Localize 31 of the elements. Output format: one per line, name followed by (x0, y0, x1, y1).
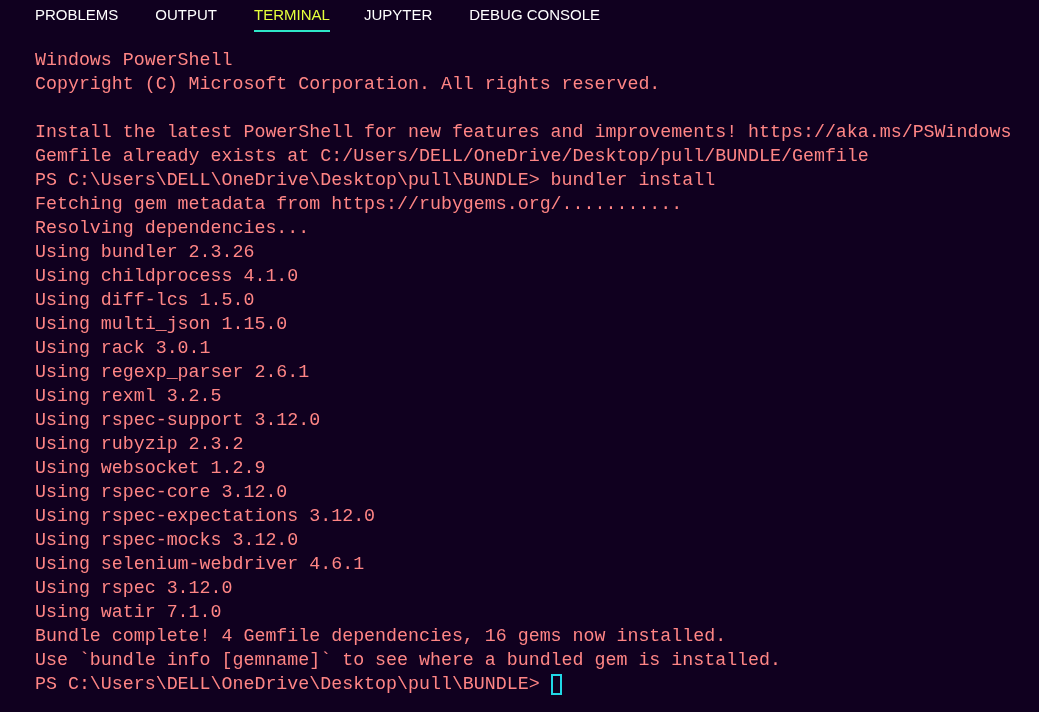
terminal-line: Using websocket 1.2.9 (35, 457, 266, 480)
terminal-line: Copyright (C) Microsoft Corporation. All rights reserved. (35, 73, 661, 96)
terminal-line: Windows PowerShell (35, 49, 233, 72)
terminal-line: Using selenium-webdriver 4.6.1 (35, 553, 365, 576)
terminal-line: Using rspec-support 3.12.0 (35, 409, 321, 432)
terminal-line: Fetching gem metadata from https://rubygems.org/........... (35, 193, 683, 216)
terminal-line: Using multi_json 1.15.0 (35, 313, 288, 336)
prompt-text: PS C:\Users\DELL\OneDrive\Desktop\pull\BUNDLE> (35, 673, 540, 696)
terminal-line: PS C:\Users\DELL\OneDrive\Desktop\pull\BUNDLE> bundler install (35, 169, 716, 192)
terminal-line: Using rspec-expectations 3.12.0 (35, 505, 376, 528)
terminal-line: Using watir 7.1.0 (35, 601, 222, 624)
panel-tab[interactable]: DEBUG CONSOLE (469, 0, 601, 32)
terminal-line: Install the latest PowerShell for new features and improvements! https://aka.ms/PSWindows (35, 121, 1012, 144)
terminal-line: Using rack 3.0.1 (35, 337, 211, 360)
terminal-line: Bundle complete! 4 Gemfile dependencies, 16 gems now installed. (35, 625, 727, 648)
terminal-line: Using rspec-core 3.12.0 (35, 481, 288, 504)
terminal-line: Use `bundle info [gemname]` to see where a bundled gem is installed. (35, 649, 781, 672)
panel-tab[interactable]: TERMINAL (254, 0, 330, 32)
panel-tab[interactable]: PROBLEMS (35, 0, 119, 32)
terminal-line: Using regexp_parser 2.6.1 (35, 361, 310, 384)
terminal-line: Resolving dependencies... (35, 217, 310, 240)
terminal-line: Using rspec-mocks 3.12.0 (35, 529, 299, 552)
terminal-line: Using rspec 3.12.0 (35, 577, 233, 600)
terminal-line: Using rubyzip 2.3.2 (35, 433, 244, 456)
terminal-line: Gemfile already exists at C:/Users/DELL/OneDrive/Desktop/pull/BUNDLE/Gemfile (35, 145, 869, 168)
panel-tab[interactable]: JUPYTER (363, 0, 433, 32)
panel-tab[interactable]: OUTPUT (155, 0, 218, 32)
terminal-line: Using bundler 2.3.26 (35, 241, 255, 264)
terminal-line: Using diff-lcs 1.5.0 (35, 289, 255, 312)
terminal-line: Using rexml 3.2.5 (35, 385, 222, 408)
terminal-line: Using childprocess 4.1.0 (35, 265, 299, 288)
